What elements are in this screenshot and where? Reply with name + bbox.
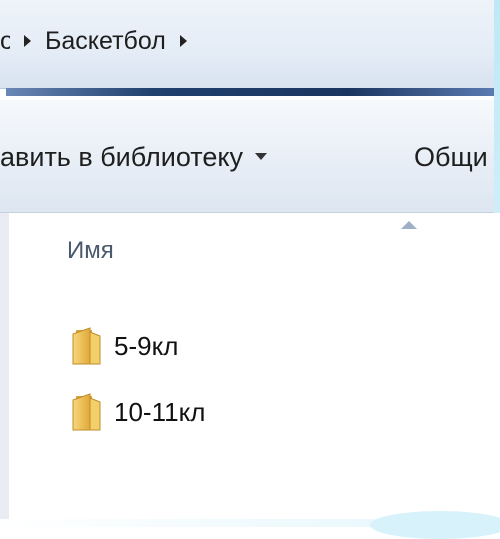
decorative-frame-corner-bottom — [370, 511, 500, 539]
dropdown-arrow-icon — [254, 153, 267, 161]
accent-stripe — [6, 88, 494, 96]
breadcrumb-separator-icon[interactable] — [24, 35, 31, 47]
folder-name: 10-11кл — [114, 396, 206, 427]
folder-icon — [72, 393, 101, 431]
breadcrumb: о Баскетбол — [0, 26, 201, 56]
list-item-folder[interactable]: 5-9кл — [70, 324, 178, 368]
breadcrumb-expand-icon[interactable] — [179, 35, 187, 47]
add-to-library-button[interactable]: авить в библиотеку — [0, 142, 267, 173]
add-to-library-label: авить в библиотеку — [0, 142, 243, 172]
file-list-pane: Имя 5-9кл 10-11кл — [0, 213, 500, 519]
column-header-name[interactable]: Имя — [67, 237, 114, 265]
command-toolbar: авить в библиотеку Общи — [0, 100, 494, 213]
sort-ascending-icon — [401, 221, 417, 229]
share-label: Общи — [414, 142, 488, 172]
folder-name: 5-9кл — [114, 330, 179, 361]
breadcrumb-item-parent[interactable]: о — [0, 27, 10, 56]
folder-icon — [72, 327, 101, 365]
list-item-folder[interactable]: 10-11кл — [70, 390, 205, 434]
breadcrumb-item-basketball[interactable]: Баскетбол — [45, 27, 166, 56]
address-bar[interactable]: о Баскетбол — [0, 0, 494, 89]
share-button[interactable]: Общи — [414, 142, 488, 173]
